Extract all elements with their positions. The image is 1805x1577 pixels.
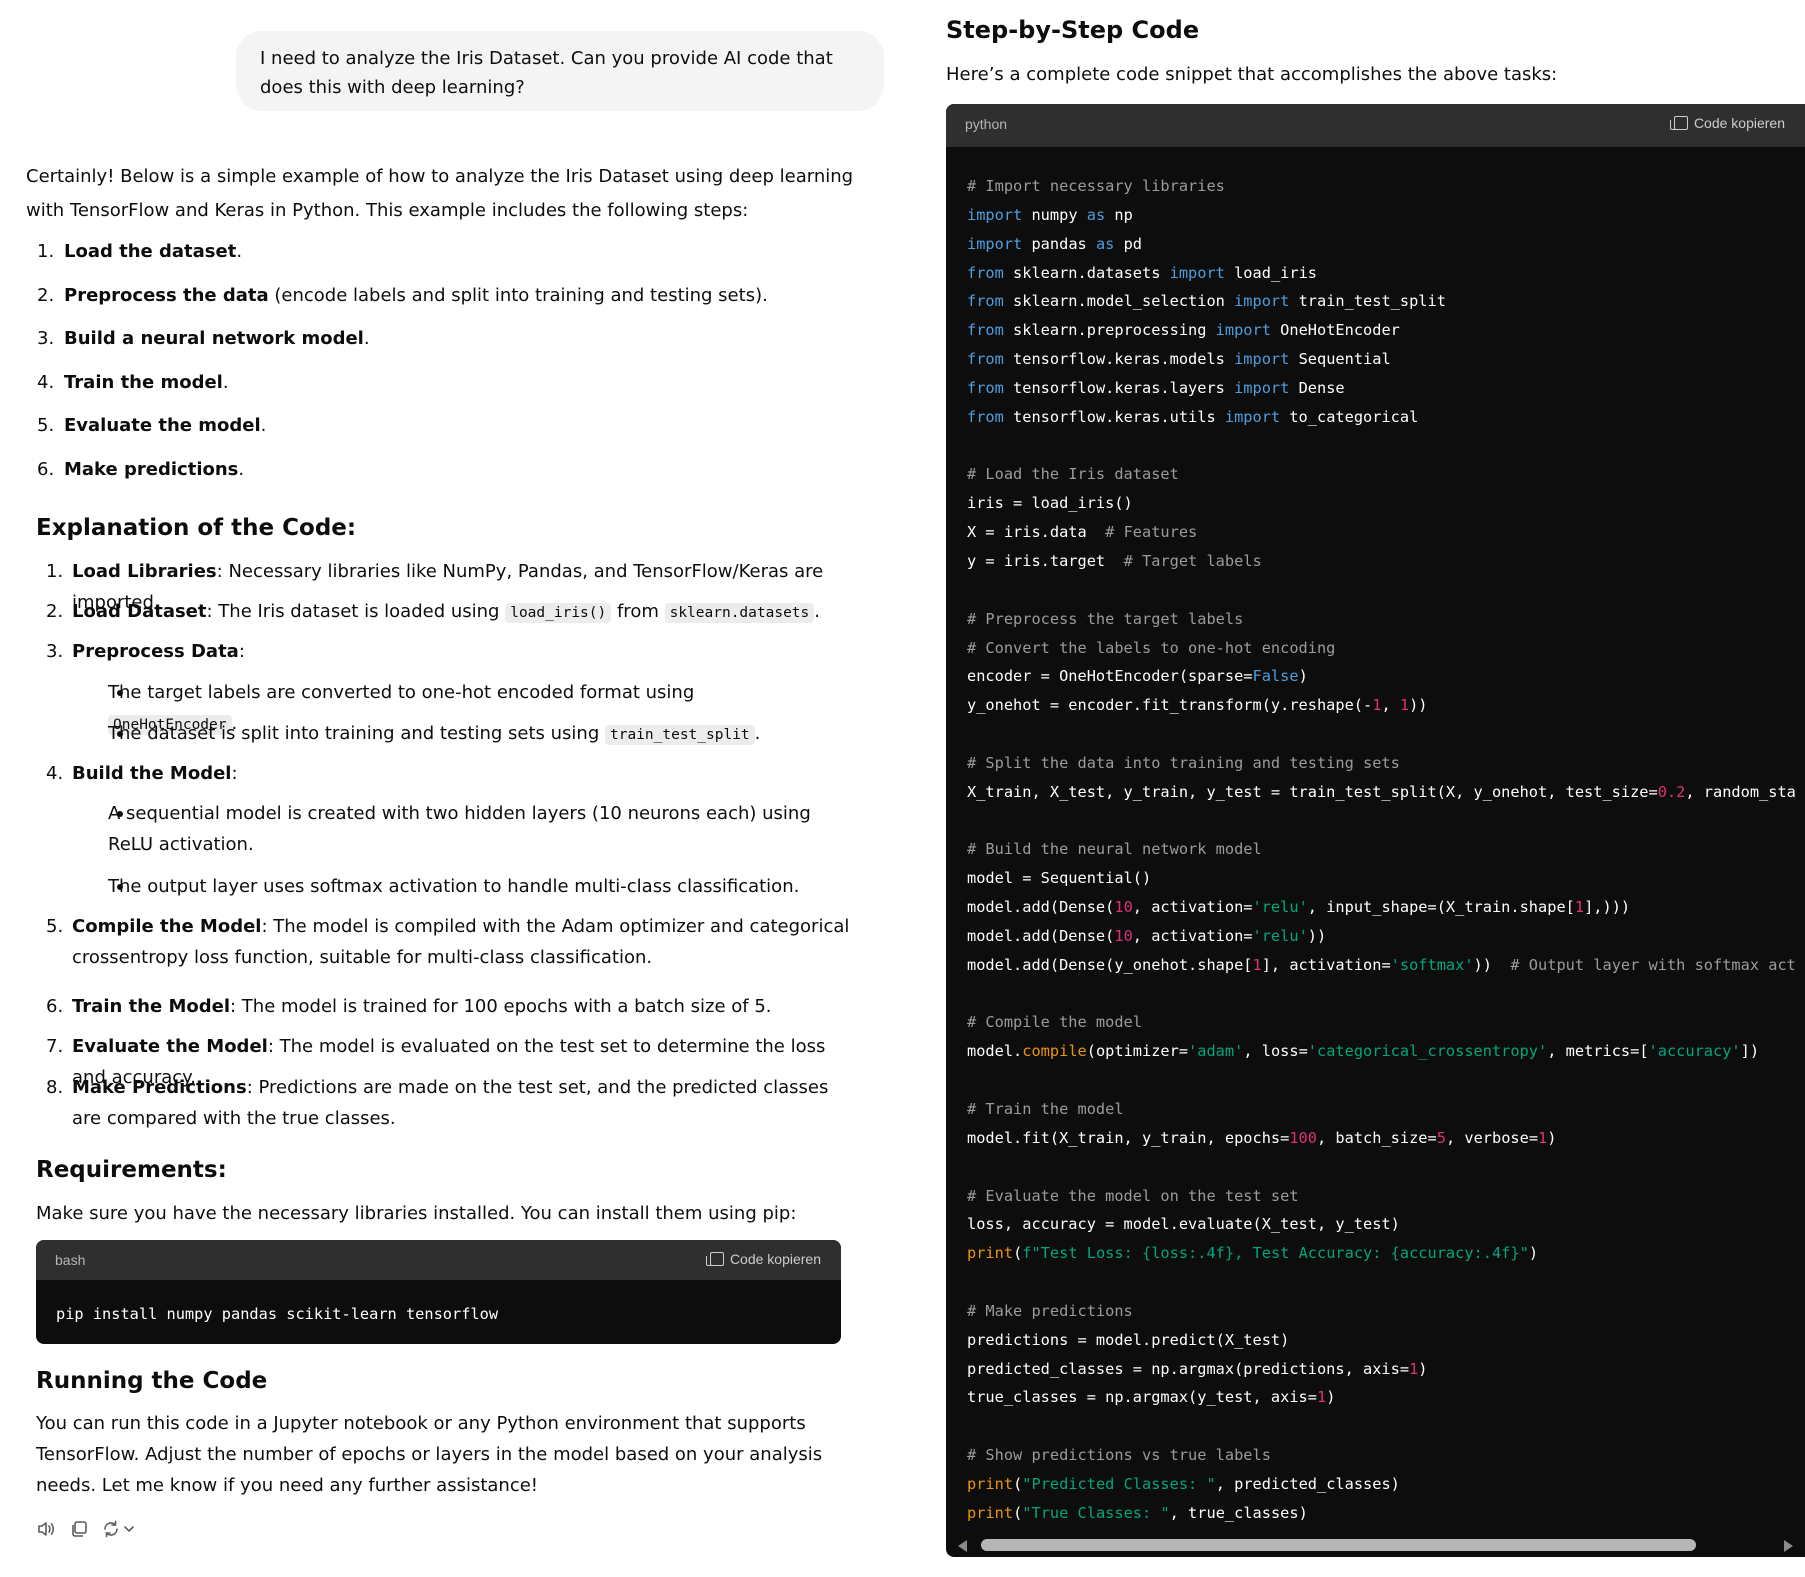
inline-code: sklearn.datasets bbox=[664, 603, 815, 623]
step-by-step-heading: Step-by-Step Code bbox=[946, 16, 1200, 44]
steps-list: 1. Load the dataset. 2. Preprocess the dat… bbox=[26, 235, 768, 496]
code-language-label: bash bbox=[55, 1252, 86, 1268]
code-block-header: bash Code kopieren bbox=[36, 1240, 841, 1280]
inline-code: load_iris() bbox=[505, 603, 612, 623]
assistant-response-left: I need to analyze the Iris Dataset. Can … bbox=[0, 0, 900, 1577]
copy-code-button[interactable]: Code kopieren bbox=[1669, 115, 1785, 131]
list-item: 4. Train the model. bbox=[37, 371, 229, 393]
bash-code-block: bash Code kopieren pip install numpy pan… bbox=[36, 1240, 841, 1344]
scroll-left-arrow-icon[interactable] bbox=[958, 1540, 967, 1552]
list-item: 2. Preprocess the data (encode labels and… bbox=[37, 284, 768, 306]
message-actions bbox=[36, 1520, 135, 1538]
user-message-bubble: I need to analyze the Iris Dataset. Can … bbox=[236, 31, 884, 111]
code-language-label: python bbox=[965, 116, 1008, 132]
requirements-text: Make sure you have the necessary librari… bbox=[36, 1203, 797, 1224]
copy-code-button[interactable]: Code kopieren bbox=[705, 1251, 821, 1267]
step-by-step-intro: Here’s a complete code snippet that acco… bbox=[946, 64, 1558, 85]
scroll-right-arrow-icon[interactable] bbox=[1784, 1540, 1793, 1552]
code-block-header: python Code kopieren bbox=[946, 104, 1805, 147]
list-item: 3. Build a neural network model. bbox=[37, 328, 370, 349]
list-item: 6. Make predictions. bbox=[37, 458, 245, 480]
python-code-text: # Import necessary libraries import nump… bbox=[967, 177, 1796, 1522]
running-text: You can run this code in a Jupyter noteb… bbox=[36, 1413, 823, 1496]
inline-code: train_test_split bbox=[604, 725, 755, 745]
scrollbar-thumb[interactable] bbox=[981, 1539, 1696, 1551]
explanation-heading: Explanation of the Code: bbox=[36, 515, 357, 541]
user-message-text: I need to analyze the Iris Dataset. Can … bbox=[260, 48, 833, 98]
refresh-icon[interactable] bbox=[102, 1520, 135, 1538]
copy-icon bbox=[1669, 116, 1688, 130]
intro-paragraph: Certainly! Below is a simple example of … bbox=[26, 166, 854, 221]
chevron-down-icon[interactable] bbox=[123, 1523, 135, 1535]
list-item: 5. Evaluate the model. bbox=[37, 415, 267, 436]
horizontal-scrollbar[interactable] bbox=[946, 1531, 1805, 1557]
bash-code-text: pip install numpy pandas scikit-learn te… bbox=[56, 1305, 499, 1323]
python-code-block: python Code kopieren # Import necessary … bbox=[946, 104, 1805, 1557]
requirements-heading: Requirements: bbox=[36, 1157, 227, 1183]
copy-icon[interactable] bbox=[70, 1520, 88, 1538]
running-heading: Running the Code bbox=[36, 1368, 268, 1394]
speaker-icon[interactable] bbox=[36, 1520, 56, 1538]
list-item: 1. Load the dataset. bbox=[37, 241, 243, 262]
copy-icon bbox=[705, 1252, 724, 1266]
